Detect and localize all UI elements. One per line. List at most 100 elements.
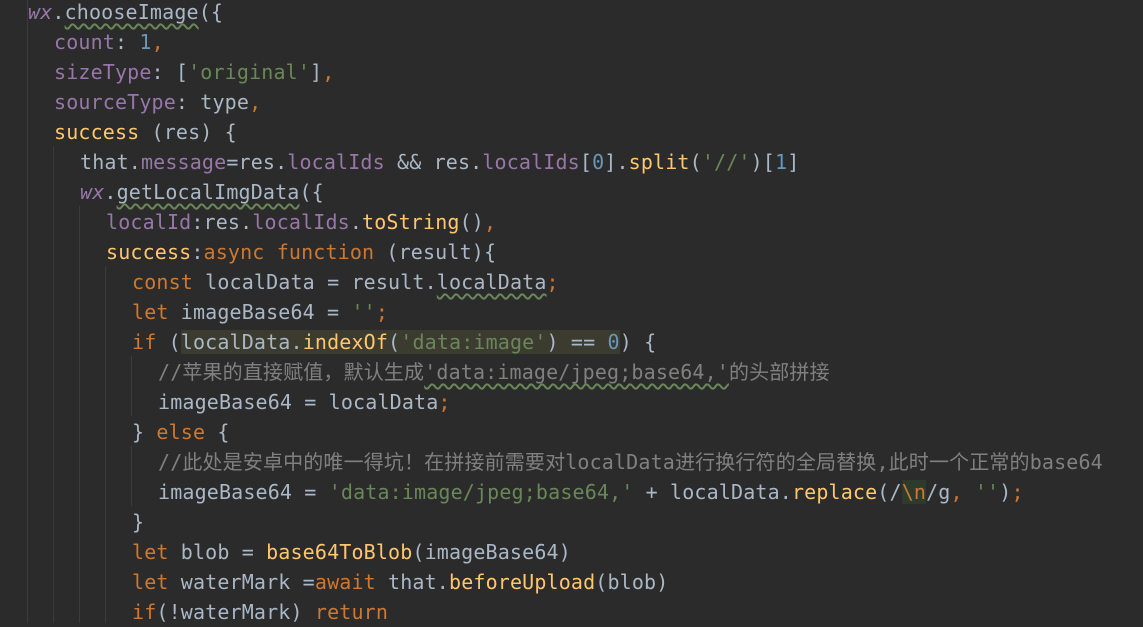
code-token: 'data:image'	[400, 330, 547, 354]
indent-guide-6	[131, 446, 132, 506]
code-token: ].	[604, 150, 629, 174]
code-token: 'data:image/jpeg;base64,'	[424, 360, 729, 384]
code-line-7[interactable]: wx.getLocalImgData({	[80, 177, 324, 207]
code-token: base64ToBlob	[266, 540, 413, 564]
code-line-20[interactable]: let waterMark =await that.beforeUpload(b…	[132, 567, 668, 597]
code-token: ]	[310, 60, 323, 84]
code-line-16[interactable]: //此处是安卓中的唯一得坑！在拼接前需要对localData进行换行符的全局替换…	[158, 447, 1103, 477]
code-token: if	[132, 330, 169, 354]
code-token: await	[314, 570, 389, 594]
code-token: + localData.	[633, 480, 792, 504]
indent-guide-1	[27, 0, 28, 623]
code-token: count	[54, 30, 115, 54]
code-token: }	[132, 510, 145, 534]
code-token: getLocalImgData	[116, 180, 300, 204]
code-token: success	[54, 120, 140, 144]
indent-guide-5	[131, 356, 132, 416]
code-token: //苹果的直接赋值，默认生成	[158, 360, 425, 384]
code-token: chooseImage	[64, 0, 199, 24]
code-token: localIds	[252, 210, 350, 234]
code-token: ,	[249, 90, 262, 114]
code-token: ;	[375, 300, 389, 324]
code-token: sizeType	[54, 60, 152, 84]
code-token: (	[388, 330, 401, 354]
code-editor[interactable]: wx.chooseImage({count: 1, sizeType: ['ori…	[0, 0, 1143, 624]
indent-guide-2	[53, 146, 54, 623]
code-token: {	[217, 420, 230, 444]
code-token: return	[314, 600, 389, 624]
code-token: (!waterMark)	[156, 600, 315, 624]
code-line-9[interactable]: success:async function (result){	[106, 237, 496, 267]
code-token: blob =	[180, 540, 267, 564]
code-token: 'original'	[188, 60, 311, 84]
code-token: [	[579, 150, 593, 174]
code-line-10[interactable]: const localData = result.localData;	[132, 267, 559, 297]
code-token: if	[132, 600, 157, 624]
indent-guide-4	[105, 266, 106, 623]
code-line-6[interactable]: that.message=res.localIds && res.localId…	[80, 147, 799, 177]
code-token: else	[156, 420, 218, 444]
code-line-19[interactable]: let blob = base64ToBlob(imageBase64)	[132, 537, 571, 567]
code-line-14[interactable]: imageBase64 = localData;	[158, 387, 451, 417]
code-token: (res) {	[139, 120, 237, 144]
code-token: ({	[198, 0, 224, 24]
code-token: (result){	[386, 240, 497, 264]
code-token: '//'	[701, 150, 751, 174]
code-token: .	[104, 180, 117, 204]
code-line-13[interactable]: //苹果的直接赋值，默认生成'data:image/jpeg;base64,'的…	[158, 357, 830, 387]
code-token: ]	[787, 150, 800, 174]
code-token: let	[132, 540, 181, 564]
code-token: }	[132, 420, 157, 444]
code-token: )[	[750, 150, 775, 174]
code-token: localData.	[180, 330, 303, 354]
code-token: split	[628, 150, 690, 174]
code-token: ) {	[619, 330, 657, 354]
code-token: )	[999, 480, 1012, 504]
code-token: \n	[901, 480, 927, 504]
code-token: /g	[926, 480, 951, 504]
code-token: ) ==	[546, 330, 608, 354]
indent-guide-3	[79, 206, 80, 623]
code-token: waterMark =	[180, 570, 315, 594]
code-line-4[interactable]: sourceType: type,	[54, 87, 261, 117]
code-token: that.	[388, 570, 449, 594]
code-token: .	[52, 0, 65, 24]
code-token: async function	[203, 240, 387, 264]
code-token: sourceType	[54, 90, 176, 114]
code-token: 0	[607, 330, 620, 354]
code-token: imageBase64 =	[180, 300, 352, 324]
code-line-3[interactable]: sizeType: ['original'],	[54, 57, 334, 87]
code-token: 1	[139, 30, 152, 54]
code-token: const	[132, 270, 206, 294]
code-line-5[interactable]: success (res) {	[54, 117, 237, 147]
code-token: : [	[151, 60, 189, 84]
code-line-12[interactable]: if (localData.indexOf('data:image') == 0…	[132, 327, 656, 357]
code-token: message	[140, 150, 227, 174]
code-token: beforeUpload	[449, 570, 596, 594]
code-line-11[interactable]: let imageBase64 = '';	[132, 297, 388, 327]
code-token: ''	[351, 300, 376, 324]
code-token: ({	[299, 180, 324, 204]
code-token: localData	[436, 270, 547, 294]
code-line-15[interactable]: } else {	[132, 417, 230, 447]
code-token: localData = result.	[205, 270, 437, 294]
code-token: :	[191, 240, 204, 264]
code-line-2[interactable]: count: 1,	[54, 27, 164, 57]
code-token: 'data:image/jpeg;base64,'	[328, 480, 634, 504]
code-token: ;	[438, 390, 451, 414]
code-token: ,	[151, 30, 164, 54]
code-token: ;	[1011, 480, 1024, 504]
code-token: let	[132, 570, 181, 594]
code-line-1[interactable]: wx.chooseImage({	[28, 0, 223, 27]
code-token: localIds	[287, 150, 385, 174]
code-token: localIds	[482, 150, 580, 174]
code-line-17[interactable]: imageBase64 = 'data:image/jpeg;base64,' …	[158, 477, 1024, 507]
code-token: success	[106, 240, 192, 264]
code-token: replace	[791, 480, 878, 504]
code-line-18[interactable]: }	[132, 507, 144, 537]
code-token: wx	[80, 180, 105, 204]
code-token: :	[114, 30, 140, 54]
code-line-8[interactable]: localId:res.localIds.toString(),	[106, 207, 496, 237]
code-token: =res.	[226, 150, 288, 174]
code-token: (imageBase64)	[412, 540, 571, 564]
